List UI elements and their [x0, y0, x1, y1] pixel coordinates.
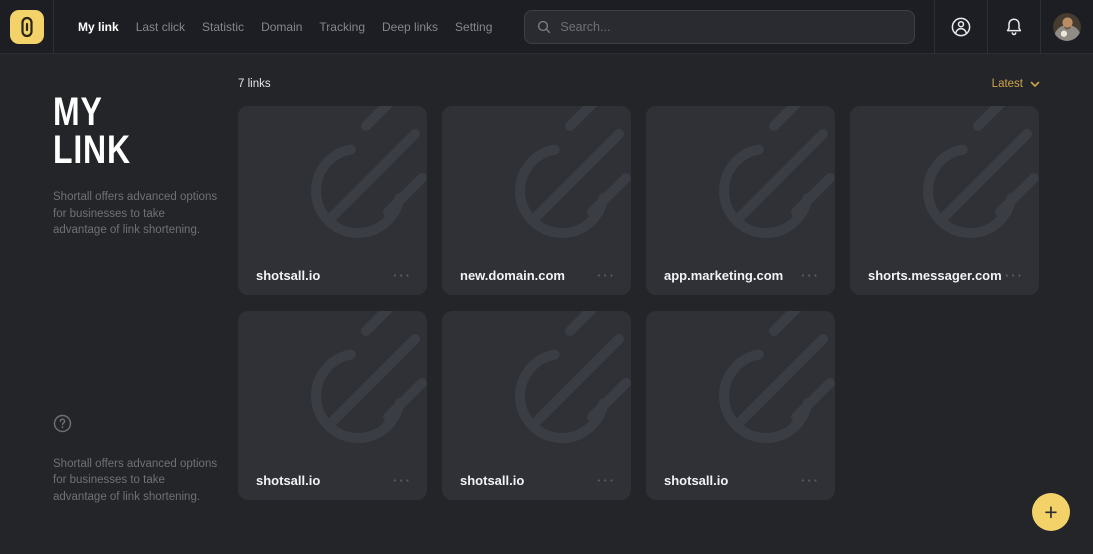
nav-item-my-link[interactable]: My link [78, 20, 119, 34]
card-menu-button[interactable]: ··· [801, 272, 820, 280]
add-link-button[interactable]: + [1032, 493, 1070, 531]
account-button[interactable] [934, 0, 987, 53]
link-watermark-icon [646, 106, 835, 295]
card-menu-button[interactable]: ··· [393, 272, 412, 280]
chevron-down-icon [1030, 81, 1040, 88]
card-footer: shotsall.io ··· [460, 473, 616, 488]
help-icon[interactable] [53, 414, 72, 433]
link-watermark-icon [646, 311, 835, 500]
nav-item-deep-links[interactable]: Deep links [382, 20, 438, 34]
links-grid: shotsall.io ··· new.domain. [238, 106, 1040, 500]
page-title: MY LINK [53, 93, 187, 169]
help-block: Shortall offers advanced options for bus… [53, 414, 220, 506]
card-footer: shotsall.io ··· [256, 268, 412, 283]
link-card[interactable]: shotsall.io ··· [442, 311, 631, 500]
sort-dropdown[interactable]: Latest [992, 78, 1040, 90]
card-domain: shotsall.io [256, 473, 320, 488]
search-box[interactable] [524, 10, 915, 44]
link-card[interactable]: shotsall.io ··· [646, 311, 835, 500]
card-domain: shotsall.io [256, 268, 320, 283]
card-menu-button[interactable]: ··· [393, 477, 412, 485]
nav-item-statistic[interactable]: Statistic [202, 20, 244, 34]
card-menu-button[interactable]: ··· [597, 477, 616, 485]
nav-item-domain[interactable]: Domain [261, 20, 302, 34]
card-footer: shotsall.io ··· [256, 473, 412, 488]
link-watermark-icon [238, 311, 427, 500]
card-footer: new.domain.com ··· [460, 268, 616, 283]
card-domain: new.domain.com [460, 268, 565, 283]
page-title-line2: LINK [53, 128, 131, 172]
link-card[interactable]: new.domain.com ··· [442, 106, 631, 295]
sort-label: Latest [992, 78, 1023, 90]
user-avatar[interactable] [1053, 13, 1081, 41]
top-bar: My link Last click Statistic Domain Trac… [0, 0, 1093, 54]
links-count: 7 links [238, 78, 271, 90]
card-menu-button[interactable]: ··· [1005, 272, 1024, 280]
profile-cell[interactable] [1040, 0, 1093, 53]
card-footer: shotsall.io ··· [664, 473, 820, 488]
search-input[interactable] [560, 20, 902, 34]
link-logo-icon [10, 10, 44, 44]
card-domain: shorts.messager.com [868, 268, 1002, 283]
nav-item-last-click[interactable]: Last click [136, 20, 185, 34]
search-area [510, 10, 934, 44]
notifications-button[interactable] [987, 0, 1040, 53]
links-section: 7 links Latest [238, 54, 1093, 553]
spacer [53, 239, 220, 414]
card-footer: shorts.messager.com ··· [868, 268, 1024, 283]
link-card[interactable]: shotsall.io ··· [238, 106, 427, 295]
link-watermark-icon [850, 106, 1039, 295]
link-card[interactable]: shorts.messager.com ··· [850, 106, 1039, 295]
main-area: MY LINK Shortall offers advanced options… [0, 54, 1093, 553]
content-header: 7 links Latest [238, 78, 1040, 90]
main-nav: My link Last click Statistic Domain Trac… [54, 20, 510, 34]
nav-item-tracking[interactable]: Tracking [319, 20, 365, 34]
app-window: My link Last click Statistic Domain Trac… [0, 0, 1093, 554]
card-domain: app.marketing.com [664, 268, 783, 283]
card-domain: shotsall.io [460, 473, 524, 488]
search-icon [537, 20, 551, 34]
help-description: Shortall offers advanced options for bus… [53, 456, 220, 506]
card-footer: app.marketing.com ··· [664, 268, 820, 283]
link-watermark-icon [238, 106, 427, 295]
left-panel: MY LINK Shortall offers advanced options… [0, 54, 238, 553]
link-watermark-icon [442, 106, 631, 295]
nav-item-setting[interactable]: Setting [455, 20, 492, 34]
link-watermark-icon [442, 311, 631, 500]
account-icon [949, 15, 973, 39]
bell-icon [1003, 16, 1025, 38]
card-domain: shotsall.io [664, 473, 728, 488]
card-menu-button[interactable]: ··· [597, 272, 616, 280]
logo-cell [0, 0, 54, 53]
link-card[interactable]: app.marketing.com ··· [646, 106, 835, 295]
link-card[interactable]: shotsall.io ··· [238, 311, 427, 500]
card-menu-button[interactable]: ··· [801, 477, 820, 485]
shortall-logo[interactable] [10, 10, 44, 44]
page-description: Shortall offers advanced options for bus… [53, 189, 220, 239]
